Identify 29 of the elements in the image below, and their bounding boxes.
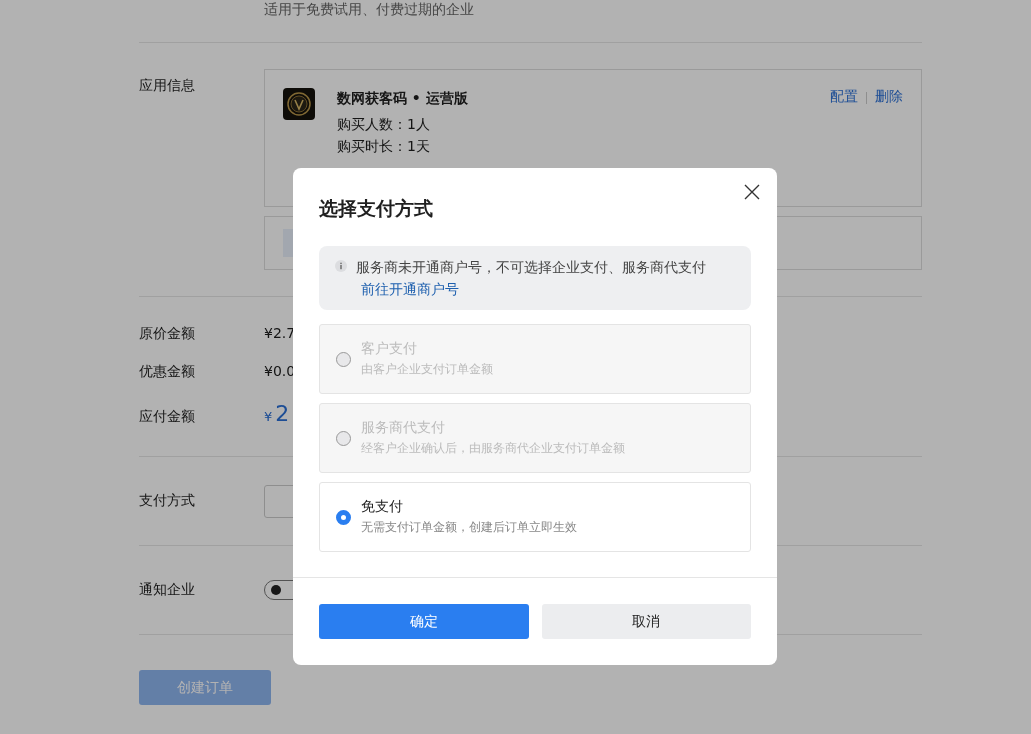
cancel-button[interactable]: 取消: [541, 604, 751, 639]
dialog-title: 选择支付方式: [319, 196, 434, 221]
field-label: 支付方式: [139, 492, 196, 510]
field-label: 应用信息: [139, 76, 196, 95]
description-text: 适用于免费试用、付费过期的企业: [264, 1, 474, 17]
app-logo-icon: [283, 88, 315, 120]
open-account-link[interactable]: 前往开通商户号: [361, 281, 459, 297]
option-description: 无需支付订单金额，创建后订单立即生效: [361, 519, 577, 536]
action-link[interactable]: 删除: [875, 88, 903, 106]
notice-text: 服务商未开通商户号，不可选择企业支付、服务商代支付 前往开通商户号: [356, 258, 707, 299]
app-name: 数网获客码 • 运营版: [337, 90, 469, 108]
info-icon: [335, 260, 347, 272]
action-link[interactable]: 配置: [830, 88, 858, 106]
payment-option[interactable]: 免支付 无需支付订单金额，创建后订单立即生效: [319, 482, 751, 552]
amount-value: 2: [275, 401, 290, 426]
amount-value: ¥2.7: [264, 325, 296, 341]
currency-sign: ¥: [264, 409, 273, 424]
app-detail: 购买时长：1天: [337, 138, 431, 156]
field-label: 通知企业: [139, 581, 196, 599]
field-label: 应付金额: [139, 408, 196, 426]
app-detail: 购买人数：1人: [337, 116, 431, 134]
option-title: 客户支付: [361, 340, 418, 358]
option-title: 免支付: [361, 498, 404, 516]
radio-button[interactable]: [336, 509, 351, 525]
close-icon[interactable]: [744, 184, 760, 200]
field-label: 原价金额: [139, 325, 196, 343]
confirm-button[interactable]: 确定: [319, 604, 529, 639]
option-title: 服务商代支付: [361, 419, 446, 437]
field-label: 优惠金额: [139, 363, 196, 381]
